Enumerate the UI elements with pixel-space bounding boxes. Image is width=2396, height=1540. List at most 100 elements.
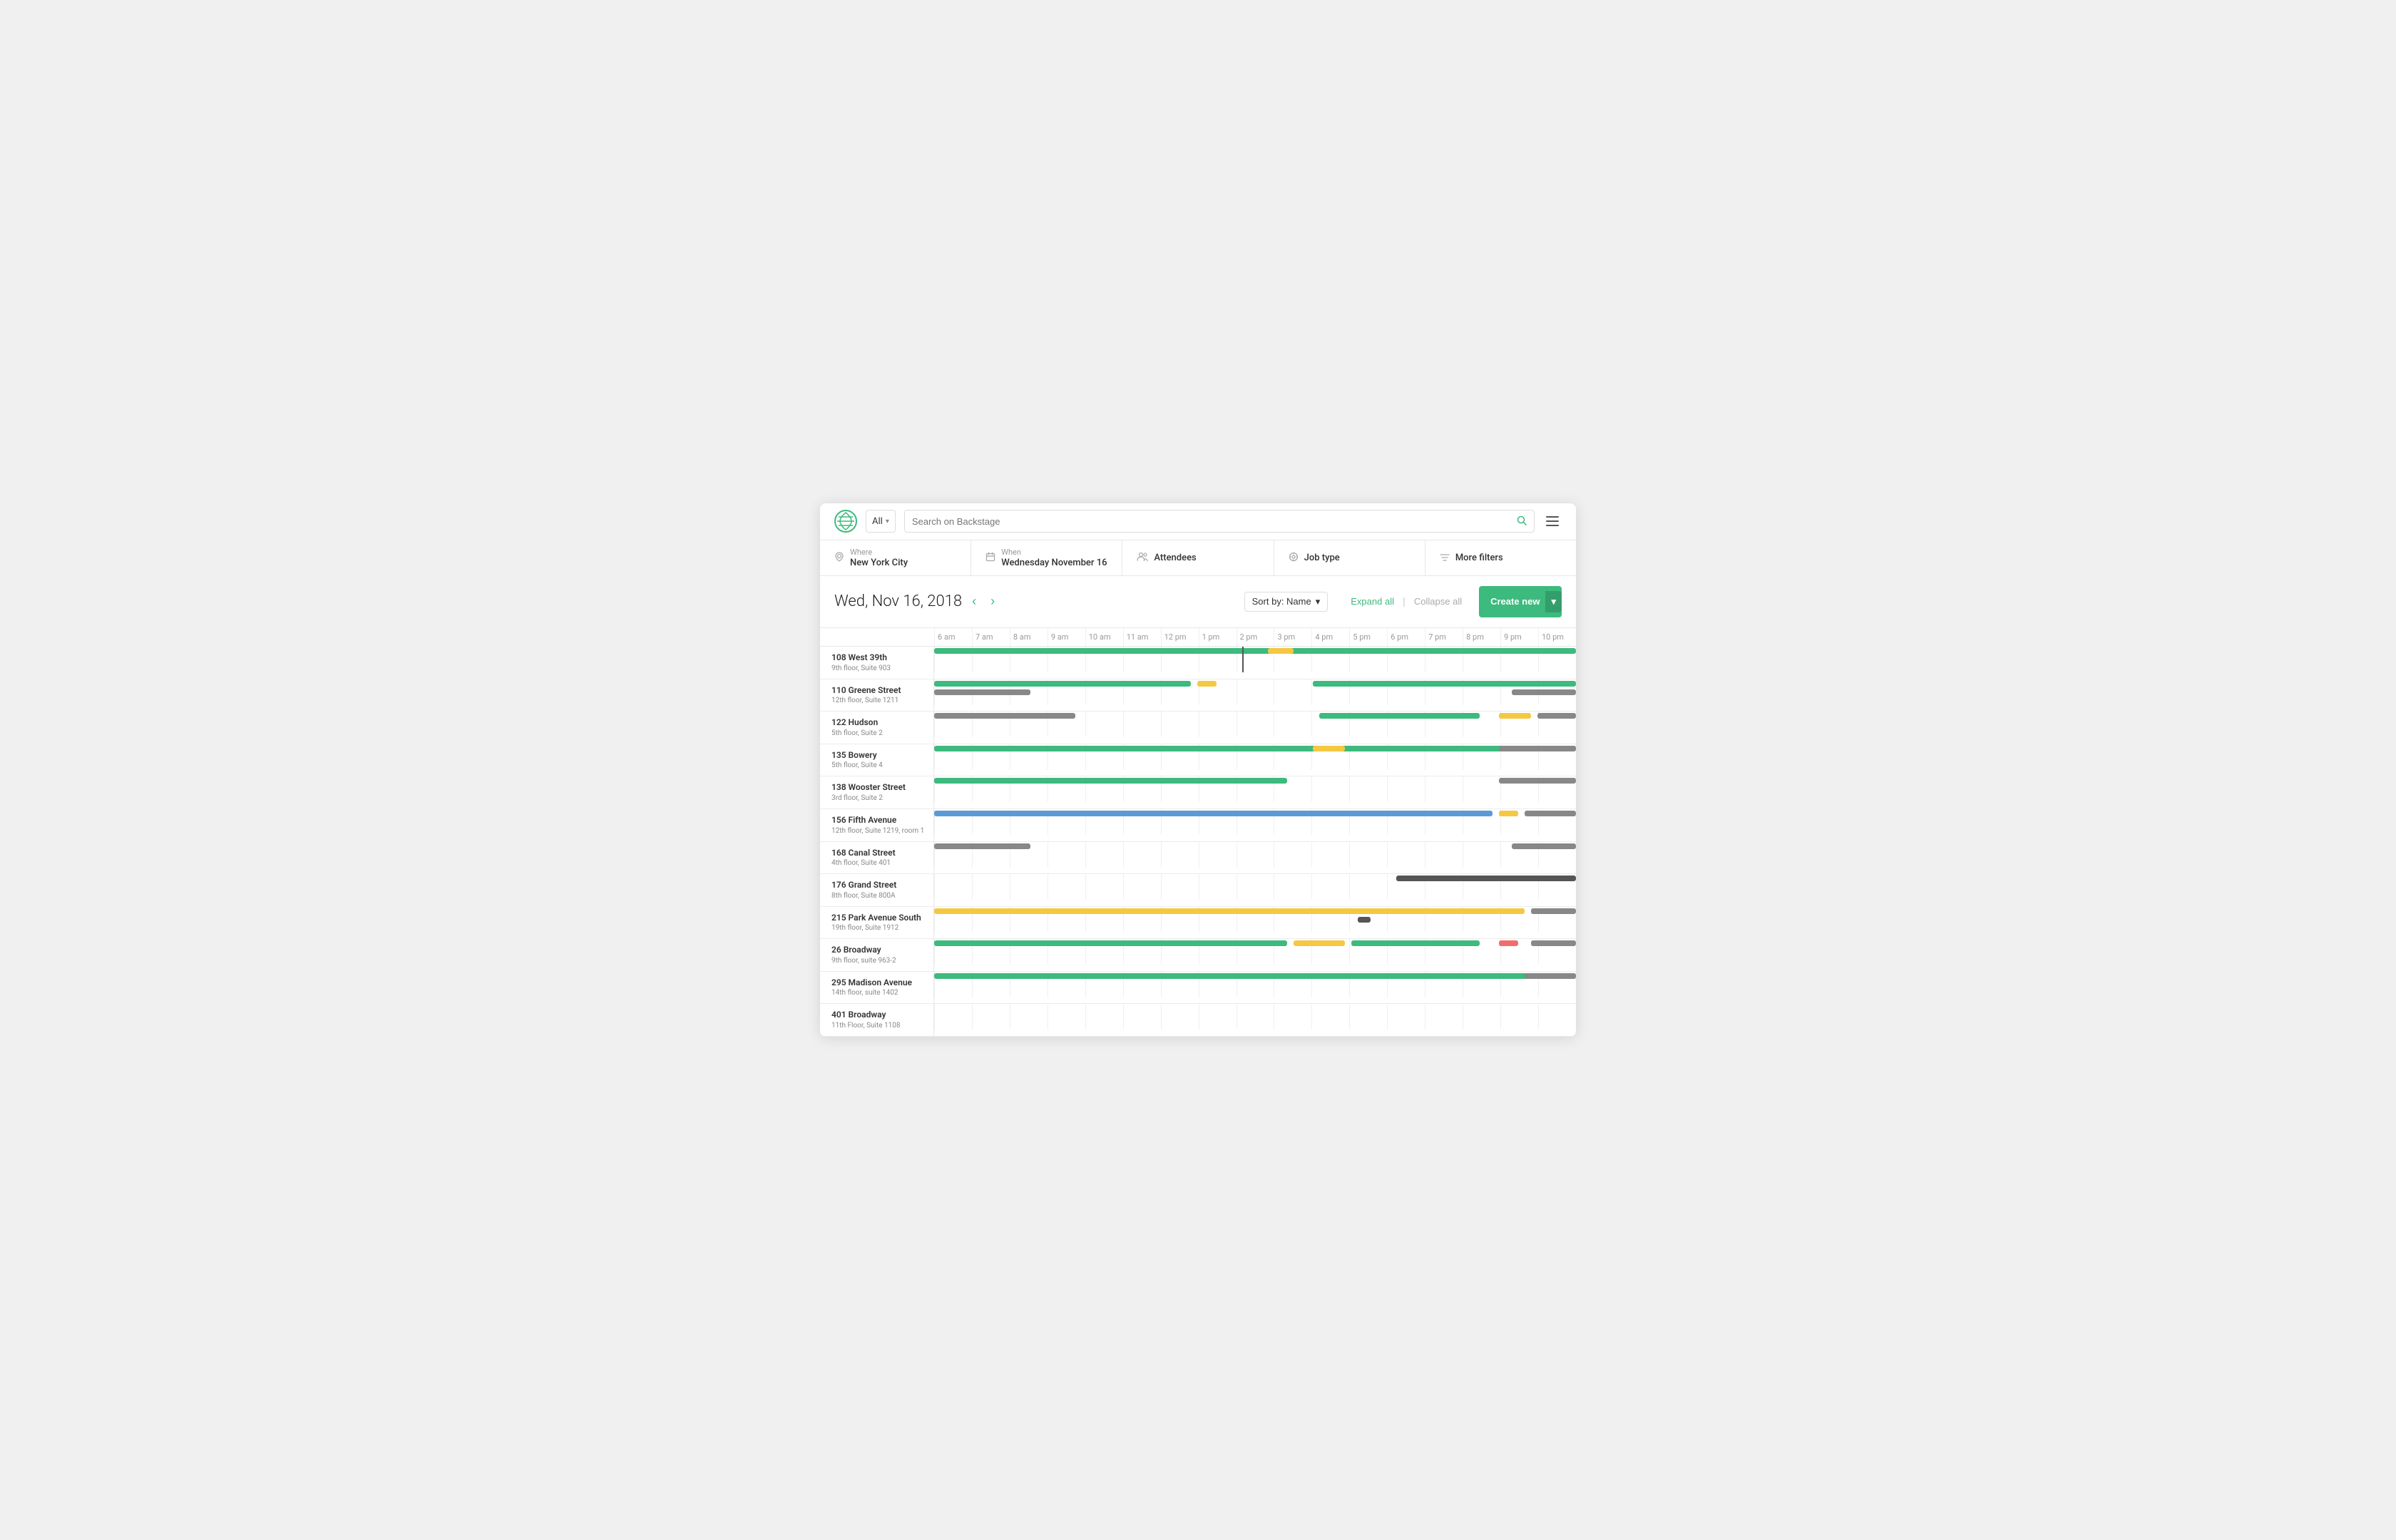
hamburger-menu-button[interactable] xyxy=(1543,513,1562,529)
search-icon xyxy=(1517,515,1527,528)
event-bar[interactable] xyxy=(1313,746,1345,751)
event-bar[interactable] xyxy=(934,811,1493,816)
timeline: 6 am7 am8 am9 am10 am11 am12 pm1 pm2 pm3… xyxy=(820,627,1576,1037)
venue-name-main: 122 Hudson xyxy=(831,717,926,729)
venue-grid xyxy=(934,809,1576,835)
toolbar: Wed, Nov 16, 2018 ‹ › Sort by: Name ▾ Ex… xyxy=(820,576,1576,627)
venue-row[interactable]: 176 Grand Street 8th floor, Suite 800A xyxy=(820,874,1576,907)
venue-name-main: 215 Park Avenue South xyxy=(831,913,926,924)
event-bar[interactable] xyxy=(1499,811,1518,816)
time-slot: 7 pm xyxy=(1425,628,1463,646)
event-bar[interactable] xyxy=(1268,648,1294,654)
event-bar[interactable] xyxy=(934,746,1576,751)
venue-row[interactable]: 215 Park Avenue South 19th floor, Suite … xyxy=(820,907,1576,940)
event-bar[interactable] xyxy=(1499,713,1531,719)
expand-all-button[interactable]: Expand all xyxy=(1345,593,1400,610)
event-bar[interactable] xyxy=(934,713,1075,719)
venue-row[interactable]: 168 Canal Street 4th floor, Suite 401 xyxy=(820,842,1576,875)
time-slot: 2 pm xyxy=(1237,628,1274,646)
logo[interactable] xyxy=(834,510,857,533)
venue-row[interactable]: 108 West 39th 9th floor, Suite 903 xyxy=(820,647,1576,679)
job-type-filter[interactable]: Job type xyxy=(1274,540,1425,575)
venue-name-cell: 26 Broadway 9th floor, suite 963-2 xyxy=(820,939,934,971)
when-filter[interactable]: When Wednesday November 16 xyxy=(971,540,1122,575)
venue-name-sub: 12th floor, Suite 1219, room 1 xyxy=(831,826,926,836)
venue-grid xyxy=(934,679,1576,705)
event-bar[interactable] xyxy=(1525,811,1576,816)
venue-row[interactable]: 135 Bowery 5th floor, Suite 4 xyxy=(820,744,1576,777)
when-value: Wednesday November 16 xyxy=(1001,558,1107,568)
event-bar[interactable] xyxy=(1499,778,1576,784)
time-slot: 3 pm xyxy=(1274,628,1311,646)
venue-grid xyxy=(934,907,1576,933)
next-date-button[interactable]: › xyxy=(986,592,999,610)
search-bar xyxy=(904,510,1535,533)
event-bar[interactable] xyxy=(934,973,1576,979)
venue-row[interactable]: 110 Greene Street 12th floor, Suite 1211 xyxy=(820,679,1576,712)
venue-name-main: 176 Grand Street xyxy=(831,880,926,891)
time-slot: 6 am xyxy=(934,628,972,646)
venue-row[interactable]: 156 Fifth Avenue 12th floor, Suite 1219,… xyxy=(820,809,1576,842)
event-bar[interactable] xyxy=(1313,681,1576,687)
calendar-icon xyxy=(985,551,995,565)
event-bar[interactable] xyxy=(934,843,1030,849)
venue-row[interactable]: 295 Madison Avenue 14th floor, suite 140… xyxy=(820,972,1576,1005)
prev-date-button[interactable]: ‹ xyxy=(968,592,981,610)
more-filters[interactable]: More filters xyxy=(1425,540,1576,575)
where-filter[interactable]: Where New York City xyxy=(820,540,971,575)
attendees-label: Attendees xyxy=(1154,553,1196,563)
expand-collapse-controls: Expand all | Collapse all xyxy=(1345,593,1468,610)
attendees-icon xyxy=(1137,551,1148,565)
date-nav: Wed, Nov 16, 2018 ‹ › xyxy=(834,592,999,610)
job-type-label: Job type xyxy=(1304,553,1340,563)
create-new-dropdown-arrow[interactable]: ▾ xyxy=(1545,591,1562,612)
collapse-all-button[interactable]: Collapse all xyxy=(1408,593,1468,610)
venue-name-main: 26 Broadway xyxy=(831,945,926,956)
sort-button[interactable]: Sort by: Name ▾ xyxy=(1244,592,1328,612)
time-slot: 10 am xyxy=(1085,628,1123,646)
event-bar[interactable] xyxy=(1531,908,1576,914)
event-bar[interactable] xyxy=(1512,689,1576,695)
venue-name-cell: 108 West 39th 9th floor, Suite 903 xyxy=(820,647,934,679)
search-input[interactable] xyxy=(912,516,1511,527)
event-bar[interactable] xyxy=(934,940,1287,946)
venue-name-cell: 156 Fifth Avenue 12th floor, Suite 1219,… xyxy=(820,809,934,841)
venue-name-sub: 4th floor, Suite 401 xyxy=(831,858,926,868)
time-slot: 8 am xyxy=(1010,628,1048,646)
venue-name-cell: 215 Park Avenue South 19th floor, Suite … xyxy=(820,907,934,939)
event-bar[interactable] xyxy=(1525,973,1576,979)
sort-label: Sort by: Name xyxy=(1252,596,1311,607)
time-slots-header: 6 am7 am8 am9 am10 am11 am12 pm1 pm2 pm3… xyxy=(934,628,1576,646)
filter-select[interactable]: All ▾ xyxy=(866,510,896,533)
event-bar[interactable] xyxy=(934,908,1525,914)
event-bar[interactable] xyxy=(1197,681,1217,687)
event-bar[interactable] xyxy=(1358,917,1371,923)
event-bar[interactable] xyxy=(1294,940,1345,946)
event-bar[interactable] xyxy=(1537,713,1576,719)
venue-row[interactable]: 401 Broadway 11th Floor, Suite 1108 xyxy=(820,1004,1576,1037)
time-slot: 9 am xyxy=(1048,628,1085,646)
event-bar[interactable] xyxy=(1351,940,1480,946)
attendees-filter[interactable]: Attendees xyxy=(1122,540,1274,575)
event-bar[interactable] xyxy=(1319,713,1480,719)
time-slot: 4 pm xyxy=(1311,628,1349,646)
create-new-button[interactable]: Create new ▾ xyxy=(1479,586,1562,617)
venue-rows: 108 West 39th 9th floor, Suite 903 110 G… xyxy=(820,647,1576,1037)
event-bar[interactable] xyxy=(1499,940,1518,946)
venue-row[interactable]: 138 Wooster Street 3rd floor, Suite 2 xyxy=(820,776,1576,809)
where-label: Where xyxy=(850,548,908,557)
venue-row[interactable]: 26 Broadway 9th floor, suite 963-2 xyxy=(820,939,1576,972)
event-bar[interactable] xyxy=(934,689,1030,695)
event-bar[interactable] xyxy=(1512,843,1576,849)
time-slot: 10 pm xyxy=(1538,628,1576,646)
event-bar[interactable] xyxy=(934,778,1287,784)
event-bar[interactable] xyxy=(934,681,1191,687)
event-bar[interactable] xyxy=(1531,940,1576,946)
time-slot: 8 pm xyxy=(1463,628,1500,646)
event-bar[interactable] xyxy=(1499,746,1576,751)
venue-row[interactable]: 122 Hudson 5th floor, Suite 2 xyxy=(820,712,1576,744)
venue-name-sub: 11th Floor, Suite 1108 xyxy=(831,1021,926,1030)
event-bar[interactable] xyxy=(1396,876,1576,881)
event-bar[interactable] xyxy=(934,648,1576,654)
grid-lines xyxy=(934,1004,1576,1030)
